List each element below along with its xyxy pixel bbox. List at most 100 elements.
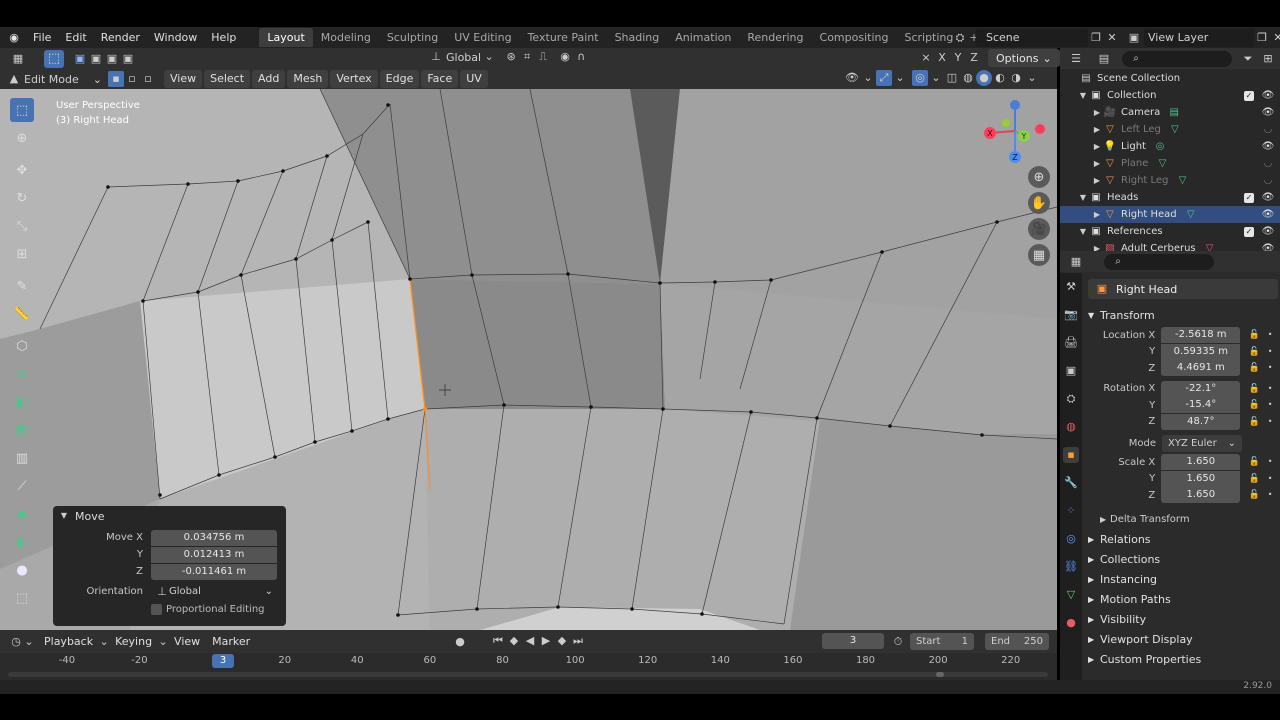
menu-help[interactable]: Help xyxy=(204,27,243,48)
hidden-eye-icon[interactable]: ◡ xyxy=(1260,173,1276,189)
section-instancing[interactable]: ▶ Instancing xyxy=(1088,570,1278,590)
remove-scene-icon[interactable]: ✕ xyxy=(1104,30,1120,46)
jump-start-icon[interactable]: ⏮ xyxy=(490,633,506,649)
loop-cut-tool-icon[interactable]: ▥ xyxy=(10,446,34,470)
measure-tool-icon[interactable]: 📏 xyxy=(10,302,34,326)
keyframe-dot-icon[interactable]: • xyxy=(1262,414,1278,430)
keyframe-dot-icon[interactable]: • xyxy=(1262,454,1278,470)
select-box-tool-icon[interactable]: ⬚ xyxy=(10,98,34,122)
location-field-0[interactable]: -2.5618 m xyxy=(1161,327,1241,344)
add-cube-tool-icon[interactable]: ⬡ xyxy=(10,334,34,358)
xray-toggle-icon[interactable]: ◫ xyxy=(944,70,960,86)
physics-tab-icon[interactable]: ◎ xyxy=(1063,531,1079,547)
next-keyframe-icon[interactable]: ◆ xyxy=(554,633,570,649)
properties-editor-icon[interactable]: ▦ xyxy=(1068,254,1084,270)
timeline-scrollbar[interactable] xyxy=(8,672,1048,677)
edge-slide-tool-icon[interactable]: ⬚ xyxy=(10,586,34,610)
viewport-menu-edge[interactable]: Edge xyxy=(379,70,420,88)
outliner-row-scene-collection[interactable]: ▤ Scene Collection xyxy=(1060,70,1280,87)
rotation-field-2[interactable]: 48.7° xyxy=(1161,413,1241,430)
inset-tool-icon[interactable]: ◧ xyxy=(10,390,34,414)
snap-target-icon[interactable]: ⎍ xyxy=(535,49,551,65)
expand-arrow-icon[interactable]: ▶ xyxy=(1092,122,1102,138)
start-frame-field[interactable]: Start 1 xyxy=(910,633,974,650)
world-tab-icon[interactable]: ◍ xyxy=(1063,419,1079,435)
keyframe-dot-icon[interactable]: • xyxy=(1262,381,1278,397)
scene-name[interactable]: Scene xyxy=(986,31,1020,44)
timeline-menu-marker[interactable]: Marker xyxy=(206,633,256,651)
rendered-shading-icon[interactable]: ◑ xyxy=(1008,70,1024,86)
data-tab-icon[interactable]: ▽ xyxy=(1063,587,1079,603)
workspace-tab-modeling[interactable]: Modeling xyxy=(313,28,379,47)
display-mode-icon[interactable]: ▤ xyxy=(1096,51,1112,67)
outliner-row-light[interactable]: ▶ 💡 Light ◎ 👁 xyxy=(1060,138,1280,155)
lock-icon[interactable]: 🔓 xyxy=(1246,344,1262,360)
location-field-1[interactable]: 0.59335 m xyxy=(1161,343,1241,360)
eye-icon[interactable]: 👁 xyxy=(1260,139,1276,155)
workspace-tab-animation[interactable]: Animation xyxy=(667,28,739,47)
end-frame-field[interactable]: End 250 xyxy=(985,633,1049,650)
panel-collapse-icon[interactable]: ▼ xyxy=(59,508,69,524)
outliner-row-references[interactable]: ▼ ▣ References ✓ 👁 xyxy=(1060,223,1280,240)
exclude-checkbox[interactable]: ✓ xyxy=(1244,90,1254,101)
mode-selector[interactable]: Edit Mode ⌄ xyxy=(24,70,102,88)
keyframe-dot-icon[interactable]: • xyxy=(1262,344,1278,360)
expand-arrow-icon[interactable]: ▼ xyxy=(1078,190,1088,206)
options-dropdown[interactable]: Options ⌄ xyxy=(988,49,1060,67)
orientation-icon[interactable]: ⊥ xyxy=(428,49,444,65)
scene-icon[interactable]: ⛭ xyxy=(952,30,968,46)
poly-build-tool-icon[interactable]: ◆ xyxy=(10,502,34,526)
play-reverse-icon[interactable]: ◀ xyxy=(522,633,538,649)
keyframe-dot-icon[interactable]: • xyxy=(1262,397,1278,413)
editor-type-icon[interactable]: ▦ xyxy=(10,51,26,67)
spin-tool-icon[interactable]: ◐ xyxy=(10,530,34,554)
keyframe-dot-icon[interactable]: • xyxy=(1262,487,1278,503)
timeline-menu-playback[interactable]: Playback xyxy=(38,633,99,651)
tool-tab-icon[interactable]: ⚒ xyxy=(1063,279,1079,295)
gizmo-toggle-icon[interactable]: ⤢ xyxy=(876,70,892,86)
timeline-editor-icon[interactable]: ◷ xyxy=(8,634,24,650)
viewport-menu-uv[interactable]: UV xyxy=(460,70,488,88)
material-tab-icon[interactable]: ● xyxy=(1063,615,1079,631)
expand-arrow-icon[interactable]: ▶ xyxy=(1092,105,1102,121)
eye-icon[interactable]: 👁 xyxy=(1260,88,1276,104)
rotation-field-1[interactable]: -15.4° xyxy=(1161,397,1241,414)
solid-shading-icon[interactable]: ● xyxy=(976,70,992,86)
proportional-edit-icon[interactable]: ◉ xyxy=(557,49,573,65)
new-scene-icon[interactable]: ❐ xyxy=(1088,30,1104,46)
mirror-icon[interactable]: ⨯ xyxy=(918,50,934,66)
workspace-tab-layout[interactable]: Layout xyxy=(259,28,313,47)
outliner-editor-icon[interactable]: ☰ xyxy=(1068,51,1084,67)
menu-render[interactable]: Render xyxy=(94,27,147,48)
expand-arrow-icon[interactable]: ▼ xyxy=(1078,88,1088,104)
expand-arrow-icon[interactable]: ▶ xyxy=(1092,156,1102,172)
object-tab-icon[interactable]: ▪ xyxy=(1063,447,1079,463)
location-field-2[interactable]: 4.4691 m xyxy=(1161,360,1241,377)
hidden-eye-icon[interactable]: ◡ xyxy=(1260,156,1276,172)
face-select-icon[interactable]: ▫ xyxy=(140,71,156,87)
pan-hand-icon[interactable]: ✋ xyxy=(1028,192,1050,214)
lock-icon[interactable]: 🔓 xyxy=(1246,454,1262,470)
lock-icon[interactable]: 🔓 xyxy=(1246,381,1262,397)
orientation-dropdown[interactable]: ⊥ Global ⌄ xyxy=(151,583,277,600)
outliner-row-camera[interactable]: ▶ 🎥 Camera ▤ 👁 xyxy=(1060,104,1280,121)
menu-edit[interactable]: Edit xyxy=(58,27,93,48)
lock-icon[interactable]: 🔓 xyxy=(1246,487,1262,503)
edge-select-icon[interactable]: ▫ xyxy=(124,71,140,87)
remove-view-layer-icon[interactable]: ✕ xyxy=(1270,30,1280,46)
material-shading-icon[interactable]: ◐ xyxy=(992,70,1008,86)
timeline-ruler[interactable]: -40 -20 20 40 60 80 100 120 140 160 180 200 220 xyxy=(0,655,1057,669)
lock-icon[interactable]: 🔓 xyxy=(1246,397,1262,413)
jump-end-icon[interactable]: ⏭ xyxy=(570,633,586,649)
select-mode-invert-icon[interactable]: ▣ xyxy=(120,51,136,67)
eye-icon[interactable]: 👁 xyxy=(1260,105,1276,121)
render-tab-icon[interactable]: 📷 xyxy=(1063,307,1079,323)
filter-icon[interactable]: ⏷ xyxy=(1240,51,1256,67)
zoom-icon[interactable]: ⊕ xyxy=(1028,166,1050,188)
move-y-field[interactable]: 0.012413 m xyxy=(151,546,277,563)
viewport-menu-mesh[interactable]: Mesh xyxy=(287,70,329,88)
pivot-icon[interactable]: ⊛ xyxy=(503,49,519,65)
keyframe-dot-icon[interactable]: • xyxy=(1262,360,1278,376)
record-keyframe-icon[interactable]: ● xyxy=(452,634,468,650)
scale-tool-icon[interactable]: ⤡ xyxy=(10,214,34,238)
